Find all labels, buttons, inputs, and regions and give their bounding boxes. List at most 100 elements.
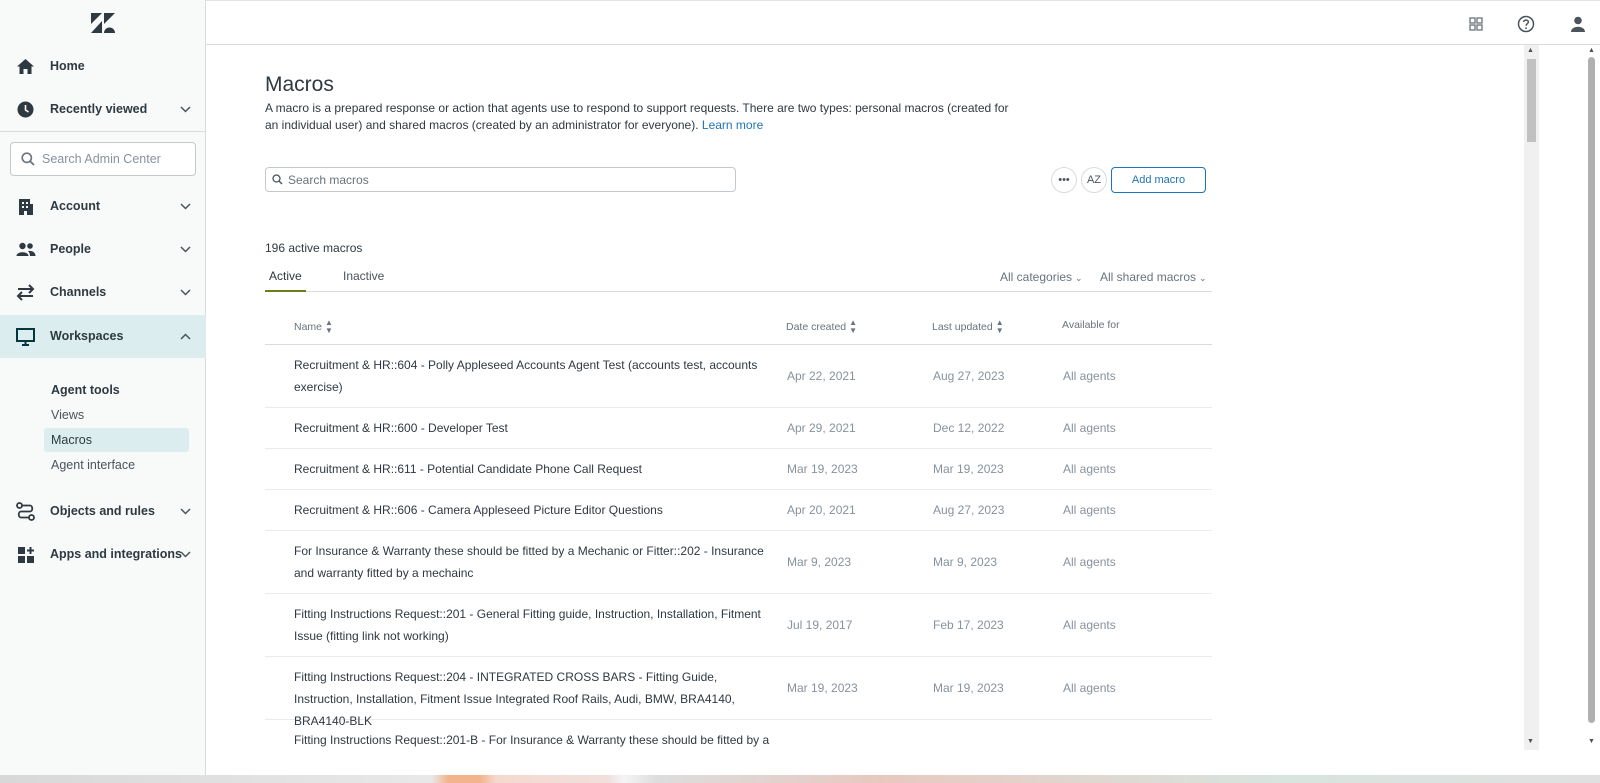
- available-for: All agents: [1063, 462, 1116, 476]
- column-name[interactable]: Name ▲ ▼: [294, 319, 333, 335]
- nav-channels[interactable]: Channels: [0, 271, 206, 314]
- add-macro-button[interactable]: Add macro: [1111, 167, 1206, 193]
- sub-item-agent-interface[interactable]: Agent interface: [44, 453, 189, 477]
- scroll-down-arrow-icon[interactable]: ▼: [1527, 738, 1534, 745]
- table-row[interactable]: Recruitment & HR::604 - Polly Appleseed …: [265, 345, 1212, 408]
- nav-people[interactable]: People: [0, 228, 206, 271]
- people-icon: [15, 239, 36, 260]
- nav-objects-and-rules[interactable]: Objects and rules: [0, 490, 206, 533]
- admin-search-input[interactable]: [42, 152, 192, 166]
- table-row[interactable]: Fitting Instructions Request::201-B - Fo…: [265, 720, 1212, 750]
- table-row[interactable]: Recruitment & HR::600 - Developer Test A…: [265, 408, 1212, 449]
- date-created: Mar 9, 2023: [787, 555, 852, 569]
- last-updated: Aug 27, 2023: [933, 369, 1005, 383]
- building-icon: [15, 196, 36, 217]
- sort-az-button[interactable]: AZ: [1081, 167, 1107, 193]
- nav-recently-viewed[interactable]: Recently viewed: [0, 88, 206, 131]
- home-icon: [15, 56, 36, 77]
- category-filter[interactable]: All categories ⌄: [1000, 270, 1083, 284]
- macro-name[interactable]: Fitting Instructions Request::201 - Gene…: [294, 603, 772, 647]
- last-updated: Aug 27, 2023: [933, 503, 1005, 517]
- macro-name[interactable]: Fitting Instructions Request::201-B - Fo…: [294, 729, 772, 750]
- column-available-for: Available for: [1062, 319, 1120, 331]
- macros-table: Name ▲ ▼ Date created ▲ ▼ Last updated ▲ ▼ Ava…: [265, 308, 1212, 750]
- available-for: All agents: [1063, 555, 1116, 569]
- last-updated: Mar 9, 2023: [933, 555, 998, 569]
- zendesk-logo[interactable]: [90, 12, 116, 34]
- table-header: Name ▲ ▼ Date created ▲ ▼ Last updated ▲ ▼ Ava…: [265, 308, 1212, 345]
- user-icon[interactable]: [1569, 15, 1587, 33]
- sub-item-views[interactable]: Views: [44, 403, 189, 427]
- agent-tools-heading: Agent tools: [51, 383, 120, 397]
- scroll-up-arrow-icon[interactable]: ▲: [1527, 47, 1534, 54]
- scroll-up-arrow-icon[interactable]: ▲: [1588, 47, 1595, 54]
- last-updated: Mar 19, 2023: [933, 462, 1004, 476]
- description-text: A macro is a prepared response or action…: [265, 101, 1009, 132]
- column-label: Last updated: [932, 320, 993, 333]
- chevron-down-icon: ⌄: [1075, 273, 1083, 283]
- grid-icon[interactable]: [1467, 15, 1485, 33]
- chevron-down-icon: [180, 508, 191, 515]
- tab-inactive[interactable]: Inactive: [343, 269, 384, 290]
- chevron-down-icon: [180, 246, 191, 253]
- category-filter-label: All categories: [1000, 270, 1073, 284]
- tab-active[interactable]: Active: [265, 269, 306, 292]
- nav-label: Workspaces: [50, 329, 124, 343]
- top-bar: [206, 0, 1600, 45]
- nav-apps-and-integrations[interactable]: Apps and integrations: [0, 533, 206, 576]
- sort-icon: ▲ ▼: [995, 318, 1004, 335]
- chevron-down-icon: [180, 203, 191, 210]
- table-row[interactable]: Fitting Instructions Request::204 - INTE…: [265, 657, 1212, 728]
- route-icon: [15, 501, 36, 522]
- shared-macros-filter[interactable]: All shared macros ⌄: [1100, 270, 1207, 284]
- sidebar: Home Recently viewed Account People Chan…: [0, 0, 206, 775]
- macro-name[interactable]: Recruitment & HR::606 - Camera Appleseed…: [294, 499, 772, 521]
- column-label: Available for: [1062, 319, 1120, 331]
- active-macros-count: 196 active macros: [265, 241, 363, 255]
- arrows-icon: [15, 282, 36, 303]
- window-scroll-thumb[interactable]: [1588, 57, 1595, 723]
- last-updated: Dec 12, 2022: [933, 421, 1005, 435]
- nav-workspaces[interactable]: Workspaces: [0, 315, 206, 358]
- table-row[interactable]: Fitting Instructions Request::201 - Gene…: [265, 594, 1212, 657]
- content-scrollbar[interactable]: ▲ ▼: [1524, 45, 1539, 750]
- column-label: Date created: [786, 320, 847, 333]
- macro-search[interactable]: [265, 167, 736, 192]
- last-updated: Mar 19, 2023: [933, 681, 1004, 695]
- available-for: All agents: [1063, 421, 1116, 435]
- admin-search[interactable]: [10, 142, 196, 176]
- table-row[interactable]: Recruitment & HR::606 - Camera Appleseed…: [265, 490, 1212, 531]
- nav-label: Recently viewed: [50, 102, 148, 116]
- learn-more-link[interactable]: Learn more: [702, 118, 763, 132]
- available-for: All agents: [1063, 503, 1116, 517]
- divider: [0, 131, 206, 132]
- last-updated: Feb 17, 2023: [933, 618, 1004, 632]
- macro-name[interactable]: Recruitment & HR::611 - Potential Candid…: [294, 458, 772, 480]
- nav-account[interactable]: Account: [0, 185, 206, 228]
- shared-filter-label: All shared macros: [1100, 270, 1197, 284]
- date-created: Jul 19, 2017: [787, 618, 853, 632]
- column-label: Name: [294, 320, 323, 333]
- scroll-thumb[interactable]: [1527, 59, 1536, 142]
- column-last-updated[interactable]: Last updated ▲ ▼: [932, 319, 1004, 335]
- search-icon: [272, 174, 283, 185]
- help-icon[interactable]: [1517, 15, 1535, 33]
- page-title: Macros: [265, 73, 334, 96]
- available-for: All agents: [1063, 369, 1116, 383]
- more-options-button[interactable]: •••: [1051, 167, 1077, 193]
- table-row[interactable]: Recruitment & HR::611 - Potential Candid…: [265, 449, 1212, 490]
- table-row[interactable]: For Insurance & Warranty these should be…: [265, 531, 1212, 594]
- chevron-up-icon: [180, 333, 191, 340]
- date-created: Apr 29, 2021: [787, 421, 856, 435]
- column-date-created[interactable]: Date created ▲ ▼: [786, 319, 857, 335]
- window-scrollbar[interactable]: ▲ ▼: [1585, 45, 1598, 750]
- macro-name[interactable]: For Insurance & Warranty these should be…: [294, 540, 772, 584]
- monitor-icon: [15, 326, 36, 347]
- macro-name[interactable]: Recruitment & HR::604 - Polly Appleseed …: [294, 354, 772, 398]
- scroll-down-arrow-icon[interactable]: ▼: [1588, 738, 1595, 745]
- macro-name[interactable]: Recruitment & HR::600 - Developer Test: [294, 417, 772, 439]
- macro-search-input[interactable]: [288, 172, 718, 187]
- nav-home[interactable]: Home: [0, 45, 206, 88]
- more-icon: •••: [1058, 174, 1070, 186]
- sub-item-macros[interactable]: Macros: [44, 428, 189, 452]
